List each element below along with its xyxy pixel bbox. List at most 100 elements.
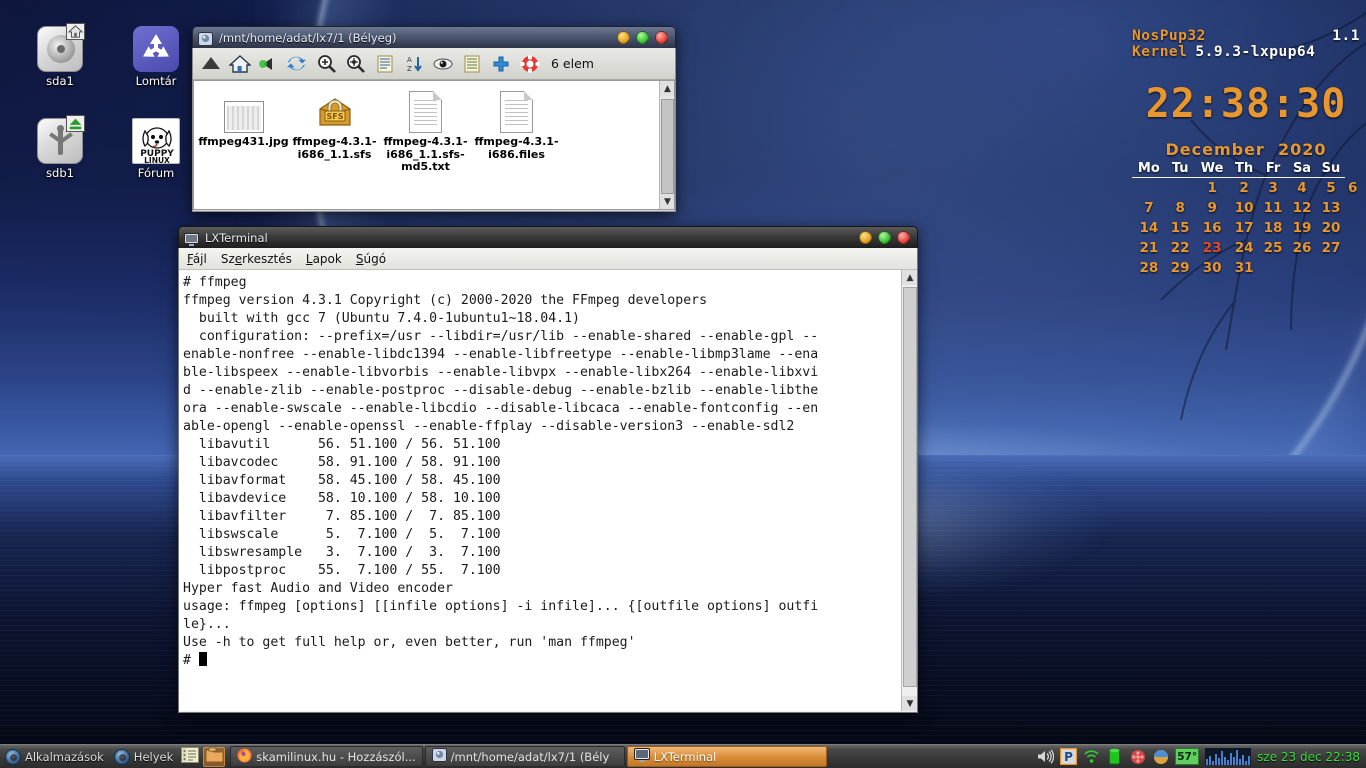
home-icon[interactable]: [227, 51, 253, 77]
scrollbar-thumb[interactable]: [661, 99, 674, 194]
terminal-icon: [184, 231, 199, 246]
trash-recycle-icon: [133, 26, 179, 72]
desktop-icon-lomtar[interactable]: Lomtár: [110, 26, 202, 88]
zoom-in-icon[interactable]: [314, 51, 340, 77]
eye-icon[interactable]: [430, 51, 456, 77]
calendar-day: [1166, 178, 1195, 199]
file-item[interactable]: ffmpeg431.jpg: [198, 89, 289, 149]
terminal-window[interactable]: LXTerminal Fájl Szerkesztés Lapok Súgó #…: [178, 226, 918, 713]
terminal-titlebar[interactable]: LXTerminal: [178, 226, 918, 248]
task-button-active[interactable]: LXTerminal: [626, 746, 827, 767]
puppy-icon[interactable]: [1129, 748, 1146, 765]
file-manager-title: /mnt/home/adat/lx7/1 (Bélyeg): [219, 30, 397, 45]
desktop-icon-label: sda1: [46, 74, 74, 88]
conky-clock: 22:38:30: [1145, 81, 1347, 127]
calendar-weekday-row: Mo Tu We Th Fr Sa Su: [1132, 161, 1360, 178]
system-tray[interactable]: P 57° sze 23 dec 22:38: [1031, 745, 1366, 768]
wifi-icon[interactable]: [1083, 748, 1100, 765]
file-manager-window[interactable]: /mnt/home/adat/lx7/1 (Bélyeg) A Z 6 elem…: [192, 26, 676, 212]
task-button[interactable]: skamilinux.hu - Hozzászól...: [230, 746, 423, 767]
minimize-button[interactable]: [617, 31, 630, 44]
calendar-weekday: Th: [1229, 161, 1259, 178]
calendar-day: 18: [1263, 220, 1283, 236]
applications-menu[interactable]: Alkalmazások: [0, 745, 109, 768]
calendar-table: Mo Tu We Th Fr Sa Su 1 2 3 4 5 6 7 8 9 10 11 12 13 14 15 16 17…: [1132, 161, 1360, 278]
calendar-day: 26: [1292, 240, 1312, 256]
list-icon[interactable]: [372, 51, 398, 77]
desktop-icon-label: Fórum: [137, 166, 175, 180]
calendar-weekday: Tu: [1165, 161, 1195, 178]
desktop-icon-sda1[interactable]: sda1: [14, 23, 106, 88]
calendar-day: 6: [1348, 179, 1358, 196]
calendar-day: 27: [1321, 240, 1341, 256]
text-file-icon: [471, 89, 562, 133]
zoom-fit-icon[interactable]: [343, 51, 369, 77]
calendar-day: 12: [1292, 200, 1312, 216]
calendar-day: 20: [1321, 220, 1341, 236]
desktop-icon-sdb1[interactable]: sdb1: [14, 115, 106, 180]
menu-item-sugo[interactable]: Súgó: [356, 252, 386, 266]
conky-calendar: December 2020 Mo Tu We Th Fr Sa Su 1 2 3 4 5 6 7 8 9 10…: [1132, 140, 1360, 278]
file-manager-launcher[interactable]: [203, 746, 226, 767]
svg-text:P: P: [1064, 750, 1073, 764]
close-button[interactable]: [655, 31, 668, 44]
taskbar[interactable]: Alkalmazások Helyek skamilinux.hu - Hozz…: [0, 744, 1366, 768]
palette-icon[interactable]: [1152, 748, 1169, 765]
task-label: skamilinux.hu - Hozzászól...: [256, 749, 416, 764]
file-manager-titlebar[interactable]: /mnt/home/adat/lx7/1 (Bélyeg): [192, 26, 676, 48]
conky-distro-row: NosPup32 1.1: [1132, 28, 1360, 44]
task-button[interactable]: /mnt/home/adat/lx7/1 (Bély: [424, 746, 625, 767]
details-icon[interactable]: [459, 51, 485, 77]
file-item[interactable]: SFS ffmpeg-4.3.1-i686_1.1.sfs: [289, 89, 380, 161]
file-item[interactable]: ffmpeg-4.3.1-i686_1.1.sfs-md5.txt: [380, 89, 471, 174]
menu-item-lapok[interactable]: Lapok: [306, 252, 342, 266]
window-task-list[interactable]: skamilinux.hu - Hozzászól... /mnt/home/a…: [230, 745, 1031, 768]
distro-version: 1.1: [1332, 28, 1360, 44]
sort-az-icon[interactable]: AZ: [401, 51, 427, 77]
hard-disk-icon: [37, 23, 85, 72]
printer-icon[interactable]: P: [1060, 748, 1078, 765]
terminal-prompt-line[interactable]: #: [183, 652, 911, 670]
calendar-day: [1132, 178, 1166, 199]
terminal-hint-line: Use -h to get full help or, even better,…: [183, 635, 636, 650]
calendar-week-row: 14 15 16 17 18 19 20: [1132, 218, 1360, 238]
terminal-window-buttons[interactable]: [859, 231, 912, 244]
minimize-button[interactable]: [859, 231, 872, 244]
scroll-up-icon[interactable]: ▲: [660, 81, 674, 96]
file-list-scrollbar[interactable]: ▲ ▼: [659, 81, 674, 209]
refresh-icon[interactable]: [285, 51, 311, 77]
places-menu-label: Helyek: [133, 749, 174, 764]
file-list-area[interactable]: ffmpeg431.jpg SFS ffmpeg-4.3.1-i686_1.1.…: [193, 80, 675, 210]
close-button[interactable]: [897, 231, 910, 244]
scroll-down-icon[interactable]: ▼: [902, 696, 917, 711]
terminal-scrollbar[interactable]: ▲ ▼: [901, 270, 917, 711]
plus-icon[interactable]: [488, 51, 514, 77]
menu-item-fajl[interactable]: Fájl: [187, 252, 207, 266]
up-icon[interactable]: [198, 51, 224, 77]
back-icon[interactable]: [256, 51, 282, 77]
battery-icon[interactable]: [1106, 748, 1123, 765]
help-icon[interactable]: [517, 51, 543, 77]
calendar-day: 8: [1175, 200, 1185, 216]
maximize-button[interactable]: [636, 31, 649, 44]
calendar-day: 4: [1297, 180, 1307, 196]
scrollbar-thumb[interactable]: [903, 287, 917, 687]
terminal-menubar[interactable]: Fájl Szerkesztés Lapok Súgó: [179, 248, 917, 270]
terminal-screen[interactable]: # ffmpeg ffmpeg version 4.3.1 Copyright …: [179, 270, 917, 711]
scroll-up-icon[interactable]: ▲: [902, 270, 917, 285]
menu-item-szerkesztes[interactable]: Szerkesztés: [221, 252, 292, 266]
desktop-icon-forum[interactable]: PUPPY LINUX Fórum: [110, 118, 202, 180]
file-manager-toolbar[interactable]: AZ 6 elem: [193, 48, 675, 80]
file-count-label: 6 elem: [551, 56, 594, 71]
places-menu[interactable]: Helyek: [109, 745, 178, 768]
calendar-week-row: 21 22 23 24 25 26 27: [1132, 238, 1360, 258]
taskbar-clock[interactable]: sze 23 dec 22:38: [1257, 750, 1360, 764]
file-item[interactable]: ffmpeg-4.3.1-i686.files: [471, 89, 562, 161]
file-name-label: ffmpeg-4.3.1-i686_1.1.sfs-md5.txt: [383, 135, 468, 173]
text-editor-launcher[interactable]: [179, 746, 201, 767]
maximize-button[interactable]: [878, 231, 891, 244]
file-manager-window-buttons[interactable]: [617, 31, 670, 44]
scroll-down-icon[interactable]: ▼: [660, 194, 674, 209]
cpu-temp-badge[interactable]: 57°: [1175, 748, 1200, 765]
volume-icon[interactable]: [1037, 748, 1055, 765]
